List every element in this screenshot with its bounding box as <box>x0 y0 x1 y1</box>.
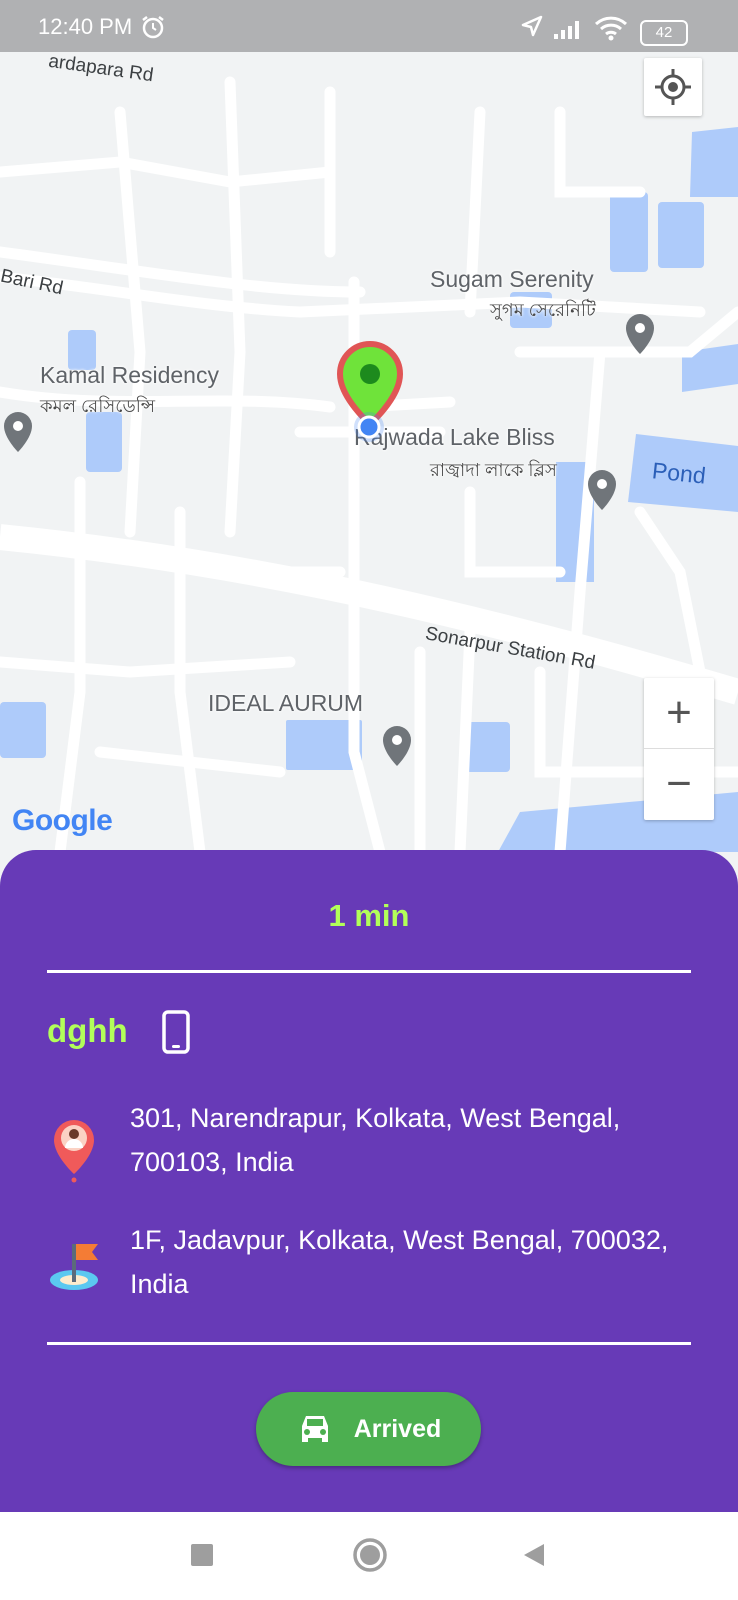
divider-bottom <box>47 1342 691 1345</box>
drop-flag-icon <box>50 1244 98 1290</box>
place-label-ideal: IDEAL AURUM <box>208 690 364 716</box>
zoom-out-button[interactable]: − <box>644 749 714 819</box>
status-bar: 12:40 PM 42 <box>0 0 738 52</box>
battery-level: 42 <box>655 24 673 41</box>
place-label-kamal-local: কমল রেসিডেন্সি <box>40 396 156 416</box>
divider-top <box>47 970 691 973</box>
wifi-icon <box>594 16 628 41</box>
car-icon <box>301 1416 328 1442</box>
google-logo: Google <box>12 804 113 837</box>
current-location-dot-icon <box>354 412 384 442</box>
drop-address: 1F, Jadavpur, Kolkata, West Bengal, 7000… <box>130 1225 669 1299</box>
back-button[interactable] <box>522 1542 546 1568</box>
crosshair-icon <box>655 69 691 105</box>
map-view[interactable]: ardapara Rd Bari Rd Sonarpur Station Rd … <box>0 52 738 852</box>
arrived-label: Arrived <box>353 1414 442 1443</box>
status-time: 12:40 PM <box>38 14 133 39</box>
signal-icon <box>554 21 579 39</box>
place-label-kamal: Kamal Residency <box>40 362 219 388</box>
pickup-address: 301, Narendrapur, Kolkata, West Bengal, … <box>130 1103 621 1177</box>
home-button[interactable] <box>352 1537 388 1573</box>
system-nav-bar <box>0 1512 738 1600</box>
trip-details-sheet: 1 min dghh 301, Narendrapur, Kolkata, We… <box>0 850 738 1512</box>
place-label-rajwada-local: রাজ্বাদা লাকে ব্লিস <box>430 460 557 480</box>
place-label-sugam-local: সুগম সেরেনিটি <box>490 300 596 320</box>
eta-text: 1 min <box>328 898 410 933</box>
arrived-button[interactable]: Arrived <box>256 1392 481 1466</box>
phone-icon[interactable] <box>160 1010 192 1054</box>
place-label-sugam: Sugam Serenity <box>430 266 594 292</box>
recents-button[interactable] <box>191 1544 213 1566</box>
battery-icon: 42 <box>640 20 688 46</box>
map-roads <box>0 76 738 852</box>
my-location-button[interactable] <box>644 58 702 116</box>
zoom-in-button[interactable]: + <box>644 678 714 749</box>
location-arrow-icon <box>521 15 543 37</box>
zoom-controls: + − <box>644 678 714 820</box>
water-label-pond: Pond <box>650 457 707 489</box>
customer-name: dghh <box>47 1012 128 1049</box>
alarm-icon <box>142 16 164 39</box>
pickup-location-icon <box>54 1120 94 1183</box>
